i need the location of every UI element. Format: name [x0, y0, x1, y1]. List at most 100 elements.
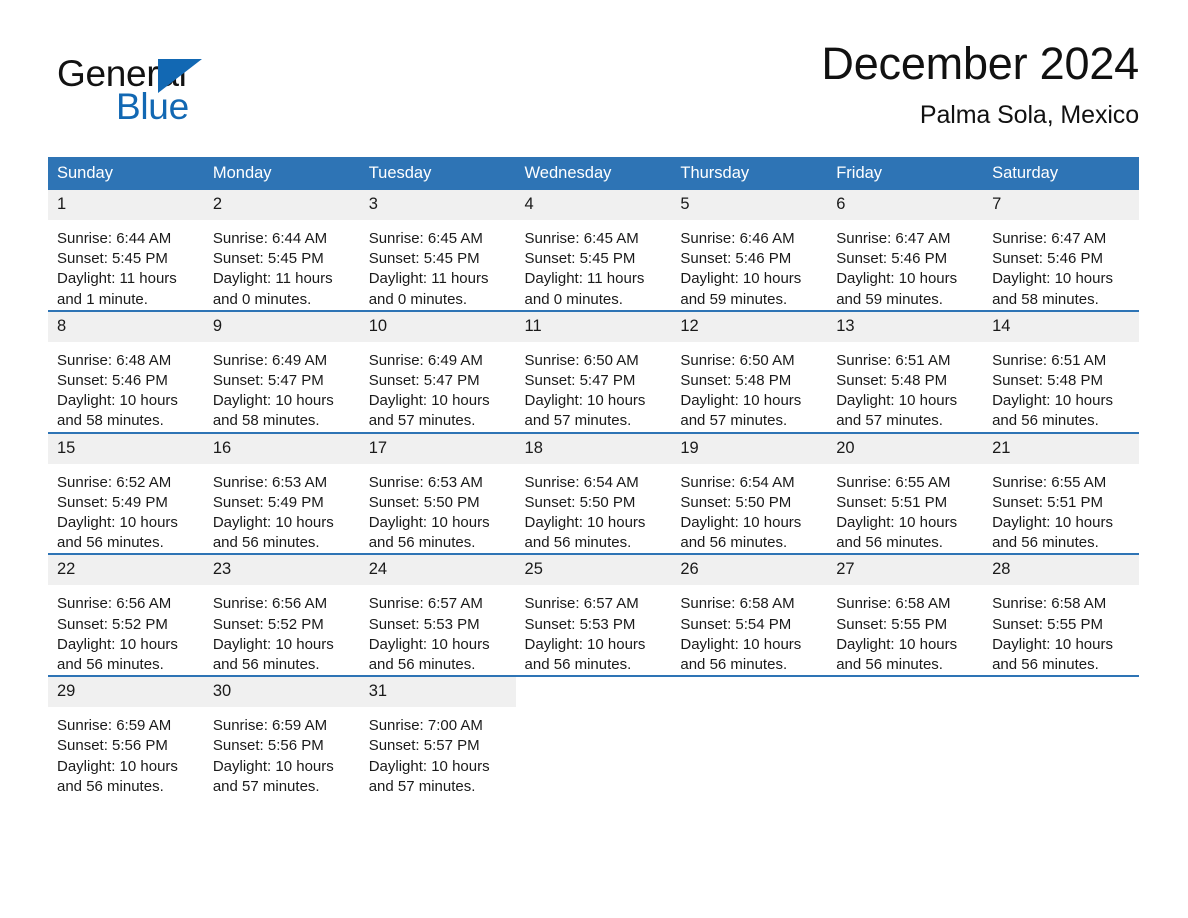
day-number: 9 [203, 311, 360, 342]
day-number: 12 [671, 311, 828, 342]
calendar-day-cell[interactable]: 12 Sunrise: 6:50 AM Sunset: 5:48 PM Dayligh… [671, 309, 828, 433]
calendar-day-cell[interactable]: 3 Sunrise: 6:45 AM Sunset: 5:45 PM Daylight… [359, 190, 516, 311]
sunset-time: Sunset: 5:54 PM [680, 615, 792, 633]
sunrise-time: Sunrise: 6:49 AM [212, 351, 328, 369]
daylight-duration-line1: Daylight: 10 hours [57, 392, 178, 410]
sunrise-time: Sunrise: 6:55 AM [992, 473, 1107, 491]
day-details: Sunrise: 6:51 AM Sunset: 5:48 PM Daylight:… [827, 342, 983, 432]
day-number: 31 [359, 677, 516, 708]
calendar-day-cell[interactable]: 8 Sunrise: 6:48 AM Sunset: 5:46 PM Daylight… [48, 309, 204, 433]
calendar-day-cell[interactable]: 13 Sunrise: 6:51 AM Sunset: 5:48 PM Dayligh… [827, 309, 984, 433]
calendar-day-cell[interactable]: 26 Sunrise: 6:58 AM Sunset: 5:54 PM Dayligh… [671, 553, 828, 677]
sunset-time: Sunset: 5:56 PM [57, 737, 168, 755]
sunrise-time: Sunrise: 6:51 AM [836, 351, 951, 369]
calendar-day-cell[interactable]: 10 Sunrise: 6:49 AM Sunset: 5:47 PM Dayligh… [359, 309, 516, 433]
day-number: 21 [983, 433, 1139, 464]
sunset-time: Sunset: 5:50 PM [368, 493, 480, 511]
calendar-day-cell[interactable]: 9 Sunrise: 6:49 AM Sunset: 5:47 PM Daylight… [203, 309, 360, 433]
calendar-page: General Blue December 2024 Palma Sola, M… [0, 0, 1188, 918]
sunset-time: Sunset: 5:46 PM [680, 250, 792, 268]
daylight-duration-line2: and 56 minutes. [836, 534, 943, 552]
calendar-day-cell[interactable]: 27 Sunrise: 6:58 AM Sunset: 5:55 PM Dayligh… [827, 553, 984, 677]
sunrise-time: Sunrise: 7:00 AM [368, 717, 483, 735]
daylight-duration-line2: and 58 minutes. [57, 412, 164, 430]
calendar-week-row: 8 Sunrise: 6:48 AM Sunset: 5:46 PM Daylight… [48, 309, 1139, 433]
calendar-day-cell[interactable]: 23 Sunrise: 6:56 AM Sunset: 5:52 PM Dayligh… [203, 553, 360, 677]
calendar-day-cell[interactable]: 6 Sunrise: 6:47 AM Sunset: 5:46 PM Daylight… [827, 190, 984, 311]
day-number: 22 [48, 555, 204, 586]
day-number: 10 [359, 311, 516, 342]
daylight-duration-line1: Daylight: 10 hours [992, 514, 1113, 532]
sunrise-time: Sunrise: 6:59 AM [212, 717, 328, 735]
calendar-day-cell[interactable]: 20 Sunrise: 6:55 AM Sunset: 5:51 PM Dayligh… [827, 431, 984, 555]
calendar-day-cell[interactable]: 17 Sunrise: 6:53 AM Sunset: 5:50 PM Dayligh… [359, 431, 516, 555]
sunset-time: Sunset: 5:52 PM [212, 615, 324, 633]
calendar-day-cell[interactable]: 30 Sunrise: 6:59 AM Sunset: 5:56 PM Dayligh… [203, 675, 360, 798]
daylight-duration-line1: Daylight: 10 hours [212, 392, 334, 410]
calendar-day-cell[interactable]: 31 Sunrise: 7:00 AM Sunset: 5:57 PM Dayligh… [359, 675, 516, 798]
calendar-day-cell[interactable]: 25 Sunrise: 6:57 AM Sunset: 5:53 PM Dayligh… [515, 553, 672, 677]
day-number [983, 677, 1139, 708]
daylight-duration-line2: and 58 minutes. [212, 412, 320, 430]
day-details: Sunrise: 6:57 AM Sunset: 5:53 PM Daylight:… [360, 585, 516, 675]
calendar-body: 1 Sunrise: 6:44 AM Sunset: 5:45 PM Daylight… [48, 190, 1139, 798]
calendar-day-cell-empty [827, 675, 984, 798]
day-details: Sunrise: 6:50 AM Sunset: 5:47 PM Daylight:… [516, 342, 672, 432]
calendar-day-cell[interactable]: 18 Sunrise: 6:54 AM Sunset: 5:50 PM Dayligh… [515, 431, 672, 555]
daylight-duration-line2: and 56 minutes. [57, 534, 164, 552]
day-number: 17 [359, 433, 516, 464]
page-header: General Blue December 2024 Palma Sola, M… [48, 36, 1139, 146]
daylight-duration-line1: Daylight: 11 hours [524, 270, 645, 288]
calendar-day-cell[interactable]: 1 Sunrise: 6:44 AM Sunset: 5:45 PM Daylight… [48, 190, 204, 311]
calendar-day-cell[interactable]: 4 Sunrise: 6:45 AM Sunset: 5:45 PM Daylight… [515, 190, 672, 311]
daylight-duration-line1: Daylight: 10 hours [992, 635, 1113, 653]
daylight-duration-line2: and 56 minutes. [368, 656, 476, 674]
calendar-day-cell[interactable]: 22 Sunrise: 6:56 AM Sunset: 5:52 PM Dayligh… [48, 553, 204, 677]
calendar-week-row: 29 Sunrise: 6:59 AM Sunset: 5:56 PM Dayligh… [48, 675, 1139, 798]
day-number: 28 [983, 555, 1139, 586]
sunset-time: Sunset: 5:46 PM [992, 250, 1103, 268]
weekday-header-monday: Monday [203, 157, 360, 190]
calendar-day-cell[interactable]: 11 Sunrise: 6:50 AM Sunset: 5:47 PM Dayligh… [515, 309, 672, 433]
calendar-day-cell[interactable]: 14 Sunrise: 6:51 AM Sunset: 5:48 PM Dayligh… [983, 309, 1139, 433]
daylight-duration-line2: and 56 minutes. [57, 656, 164, 674]
daylight-duration-line2: and 58 minutes. [992, 290, 1099, 308]
calendar-day-cell[interactable]: 5 Sunrise: 6:46 AM Sunset: 5:46 PM Daylight… [671, 190, 828, 311]
sunrise-time: Sunrise: 6:45 AM [368, 230, 483, 247]
sunrise-time: Sunrise: 6:54 AM [680, 473, 795, 491]
day-details: Sunrise: 7:00 AM Sunset: 5:57 PM Daylight:… [360, 707, 516, 797]
calendar-day-cell[interactable]: 29 Sunrise: 6:59 AM Sunset: 5:56 PM Dayligh… [48, 675, 204, 798]
calendar-day-cell[interactable]: 28 Sunrise: 6:58 AM Sunset: 5:55 PM Dayligh… [983, 553, 1139, 677]
daylight-duration-line2: and 57 minutes. [368, 412, 476, 430]
day-details: Sunrise: 6:58 AM Sunset: 5:54 PM Daylight:… [671, 585, 827, 675]
day-number: 26 [671, 555, 828, 586]
calendar-day-cell[interactable]: 15 Sunrise: 6:52 AM Sunset: 5:49 PM Dayligh… [48, 431, 204, 555]
day-number: 20 [827, 433, 984, 464]
day-number: 23 [203, 555, 360, 586]
calendar-day-cell[interactable]: 21 Sunrise: 6:55 AM Sunset: 5:51 PM Dayligh… [983, 431, 1139, 555]
daylight-duration-line1: Daylight: 10 hours [836, 270, 958, 288]
sunset-time: Sunset: 5:45 PM [212, 250, 324, 268]
daylight-duration-line1: Daylight: 10 hours [524, 635, 646, 653]
daylight-duration-line2: and 56 minutes. [524, 534, 632, 552]
calendar-day-cell[interactable]: 19 Sunrise: 6:54 AM Sunset: 5:50 PM Dayligh… [671, 431, 828, 555]
calendar-day-cell[interactable]: 16 Sunrise: 6:53 AM Sunset: 5:49 PM Dayligh… [203, 431, 360, 555]
day-number: 2 [203, 190, 360, 220]
daylight-duration-line1: Daylight: 11 hours [368, 270, 489, 288]
day-details: Sunrise: 6:50 AM Sunset: 5:48 PM Daylight:… [671, 342, 827, 432]
generalblue-logo[interactable]: General Blue [57, 54, 317, 136]
daylight-duration-line2: and 57 minutes. [368, 777, 476, 795]
calendar-day-cell[interactable]: 7 Sunrise: 6:47 AM Sunset: 5:46 PM Daylight… [983, 190, 1139, 311]
day-details: Sunrise: 6:47 AM Sunset: 5:46 PM Daylight:… [827, 220, 983, 310]
calendar-day-cell-empty [671, 675, 828, 798]
sunrise-time: Sunrise: 6:47 AM [992, 230, 1107, 247]
calendar-day-cell[interactable]: 2 Sunrise: 6:44 AM Sunset: 5:45 PM Daylight… [203, 190, 360, 311]
calendar-week-row: 15 Sunrise: 6:52 AM Sunset: 5:49 PM Dayligh… [48, 431, 1139, 555]
sunset-time: Sunset: 5:53 PM [368, 615, 480, 633]
day-number: 13 [827, 311, 984, 342]
sunset-time: Sunset: 5:48 PM [992, 372, 1103, 390]
sunrise-time: Sunrise: 6:52 AM [57, 473, 172, 491]
day-number: 27 [827, 555, 984, 586]
calendar-week-row: 22 Sunrise: 6:56 AM Sunset: 5:52 PM Dayligh… [48, 553, 1139, 677]
calendar-day-cell[interactable]: 24 Sunrise: 6:57 AM Sunset: 5:53 PM Dayligh… [359, 553, 516, 677]
